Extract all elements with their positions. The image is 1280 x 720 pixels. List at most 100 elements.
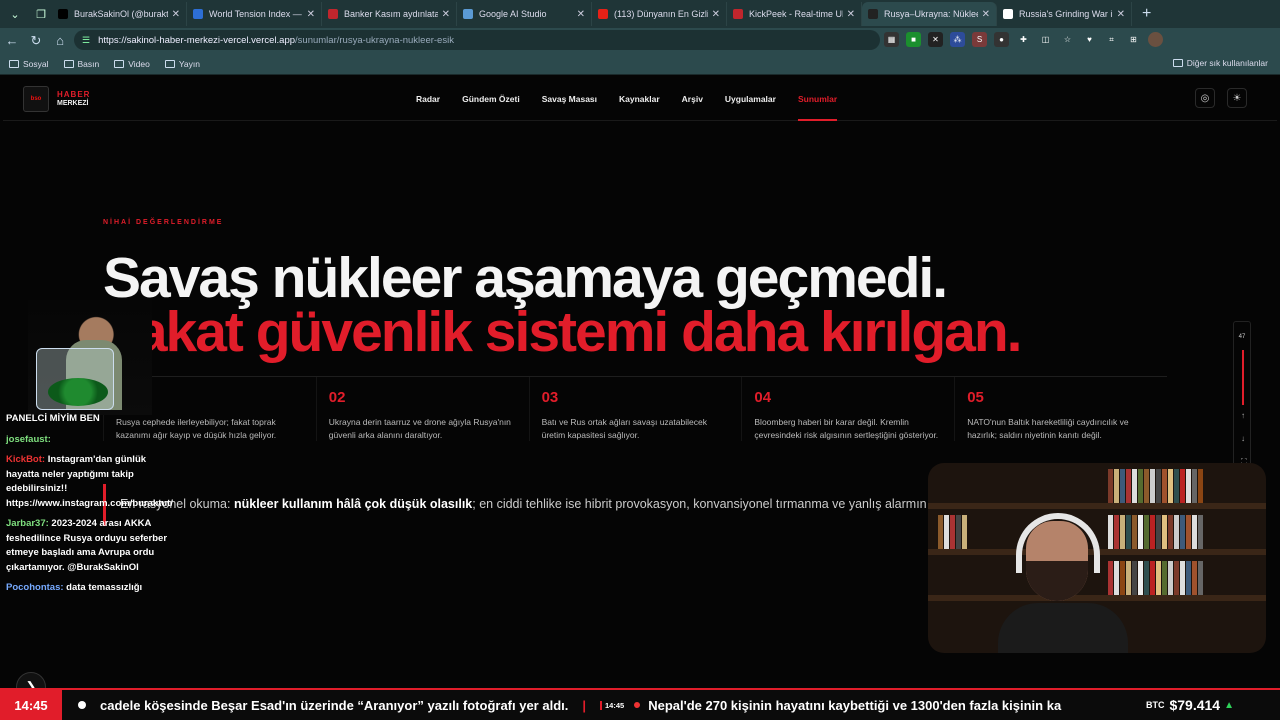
chat-username: Pocohontas: <box>6 582 64 593</box>
progress-line <box>1242 350 1244 405</box>
close-icon[interactable]: ✕ <box>847 9 855 20</box>
browser-tab[interactable]: BurakSakinOl (@buraktut_) ✕ <box>52 2 187 26</box>
tab-actions-icon[interactable]: ❐ <box>30 3 52 25</box>
copilot-icon[interactable]: ♥ <box>1082 32 1097 47</box>
split-view-icon[interactable]: ◫ <box>1038 32 1053 47</box>
favicon-icon <box>598 9 608 19</box>
puzzle-icon[interactable]: ✚ <box>1016 32 1031 47</box>
browser-tab[interactable]: (113) Dünyanın En Gizli Yah ✕ <box>592 2 727 26</box>
browser-tab[interactable]: Google AI Studio ✕ <box>457 2 592 26</box>
tab-title: KickPeek - Real-time URL C <box>749 9 843 19</box>
close-icon[interactable]: ✕ <box>982 9 990 20</box>
favicon-icon <box>868 9 878 19</box>
avatar[interactable] <box>1148 32 1163 47</box>
extension-icon[interactable]: S <box>972 32 987 47</box>
news-dot-icon <box>634 702 641 708</box>
extension-icon[interactable]: ⁂ <box>950 32 965 47</box>
nav-item[interactable]: Arşiv <box>682 76 703 121</box>
site-logo[interactable]: bso HABER MERKEZİ <box>23 86 90 112</box>
bookmark-folder[interactable]: Video <box>114 59 150 69</box>
chat-overlay: PANELCİ MİYİM BEN josefaust: KickBot: In… <box>0 412 175 648</box>
back-icon[interactable]: ← <box>0 33 24 48</box>
reload-icon[interactable]: ↻ <box>24 33 48 49</box>
tab-title: (113) Dünyanın En Gizli Yah <box>614 9 708 19</box>
home-icon[interactable]: ⌂ <box>48 33 72 48</box>
collections-icon[interactable]: ⊞ <box>1126 32 1141 47</box>
close-icon[interactable]: ✕ <box>172 9 180 20</box>
nav-item[interactable]: Kaynaklar <box>619 76 660 121</box>
tab-title: BurakSakinOl (@buraktut_) <box>74 9 168 19</box>
close-icon[interactable]: ✕ <box>442 9 450 20</box>
tab-title: World Tension Index — Wo <box>209 9 303 19</box>
other-bookmarks[interactable]: Diğer sık kullanılanlar <box>1172 58 1268 68</box>
close-icon[interactable]: ✕ <box>577 9 585 20</box>
nav-item[interactable]: Gündem Özeti <box>462 76 520 121</box>
extension-icon[interactable]: ■ <box>906 32 921 47</box>
bookmark-label: Video <box>128 58 150 69</box>
bookmark-label: Basın <box>77 58 100 69</box>
reading-rest: ; en ciddi tehlike ise hibrit provokasyo… <box>472 497 944 511</box>
key-point: 04 Bloomberg haberi bir karar değil. Krem… <box>741 377 954 441</box>
key-points: 01Rusya cephede ilerleyebiliyor; fakat t… <box>103 376 1167 441</box>
chat-username: PANELCİ MİYİM BEN <box>6 413 100 424</box>
folder-icon <box>164 59 175 68</box>
browser-tab[interactable]: Russia's Grinding War in Uk ✕ <box>997 2 1132 26</box>
close-icon[interactable]: ✕ <box>1117 9 1125 20</box>
browser-tab[interactable]: Banker Kasım aydınlatacak! ✕ <box>322 2 457 26</box>
btc-price: BTC $79.414 ▲ <box>1115 690 1265 720</box>
streamer <box>998 503 1128 653</box>
favicon-icon <box>1003 9 1013 19</box>
point-text: NATO'nun Baltık hareketliliği caydırıcıl… <box>967 417 1129 440</box>
reading-emphasis: nükleer kullanım hâlâ çok düşük olasılık <box>233 497 473 511</box>
url-path: /sunumlar/rusya-ukrayna-nukleer-esik <box>295 34 454 46</box>
key-point: 02 Ukrayna derin taarruz ve drone ağıyla … <box>315 377 529 441</box>
webcam-overlay-right <box>928 463 1266 653</box>
close-icon[interactable]: ✕ <box>712 9 720 20</box>
logo-mark: bso <box>23 86 49 112</box>
theme-toggle-icon[interactable]: ☀ <box>1227 88 1247 108</box>
favicon-icon <box>733 9 743 19</box>
tab-title: Russia's Grinding War in Uk <box>1019 9 1113 19</box>
key-point: 03 Batı ve Rus ortak ağları savaşı uzatab… <box>528 377 742 441</box>
ticker-separator: | <box>582 697 587 713</box>
other-bookmarks-label: Diğer sık kullanılanlar <box>1186 58 1268 68</box>
favorites-icon[interactable]: ☆ <box>1060 32 1075 47</box>
folder-icon <box>63 59 74 68</box>
chat-message: josefaust: <box>0 433 175 454</box>
settings-icon[interactable]: ◎ <box>1195 88 1215 108</box>
favicon-icon <box>58 9 68 19</box>
nav-item[interactable]: Savaş Masası <box>542 76 597 121</box>
tab-title: Google AI Studio <box>479 9 547 19</box>
bookmark-folder[interactable]: Sosyal <box>9 59 49 69</box>
bookmark-folder[interactable]: Yayın <box>164 59 200 69</box>
nav-item[interactable]: Uygulamalar <box>725 76 776 121</box>
address-bar[interactable]: ☰ https://sakinol-haber-merkezi-vercel.v… <box>74 30 880 50</box>
chat-username: Jarbar37: <box>6 518 49 529</box>
nav-item[interactable]: Sunumlar <box>797 76 838 121</box>
point-number: 03 <box>541 389 559 406</box>
extension-icon[interactable]: ● <box>994 32 1009 47</box>
site-info-icon[interactable]: ☰ <box>82 35 90 46</box>
nav-item[interactable]: Radar <box>416 76 440 121</box>
extension-icon[interactable]: ✕ <box>928 32 943 47</box>
bookmark-folder[interactable]: Basın <box>63 58 100 69</box>
next-slide-icon[interactable]: ↓ <box>1241 434 1247 443</box>
site-header: bso HABER MERKEZİ Radar Gündem Özeti Savaş… <box>3 76 1277 121</box>
browser-tab[interactable]: World Tension Index — Wo ✕ <box>187 2 322 26</box>
news-ticker: 14:45 cadele köşesinde Beşar Esad'ın üze… <box>0 688 1280 720</box>
live-dot-icon <box>78 701 86 709</box>
point-number: 02 <box>328 389 346 406</box>
tab-search-icon[interactable]: ⌄ <box>4 3 26 25</box>
browser-tab[interactable]: Rusya–Ukrayna: Nükleer Eşi ✕ <box>862 2 997 26</box>
folder-icon <box>114 59 125 68</box>
new-tab-button[interactable]: + <box>1142 5 1151 23</box>
screenshot-icon[interactable]: ⌗ <box>1104 32 1119 47</box>
close-icon[interactable]: ✕ <box>307 9 315 20</box>
prev-slide-icon[interactable]: ↑ <box>1241 411 1247 420</box>
favicon-icon <box>193 9 203 19</box>
browser-tab-strip: ⌄ ❐ BurakSakinOl (@buraktut_)✕World Tens… <box>0 0 1280 28</box>
extension-icon[interactable]: ▦ <box>884 32 899 47</box>
ticker-time: 14:45 <box>0 690 62 720</box>
browser-tab[interactable]: KickPeek - Real-time URL C ✕ <box>727 2 862 26</box>
ticker-text: cadele köşesinde Beşar Esad'ın üzerinde … <box>100 690 1115 720</box>
